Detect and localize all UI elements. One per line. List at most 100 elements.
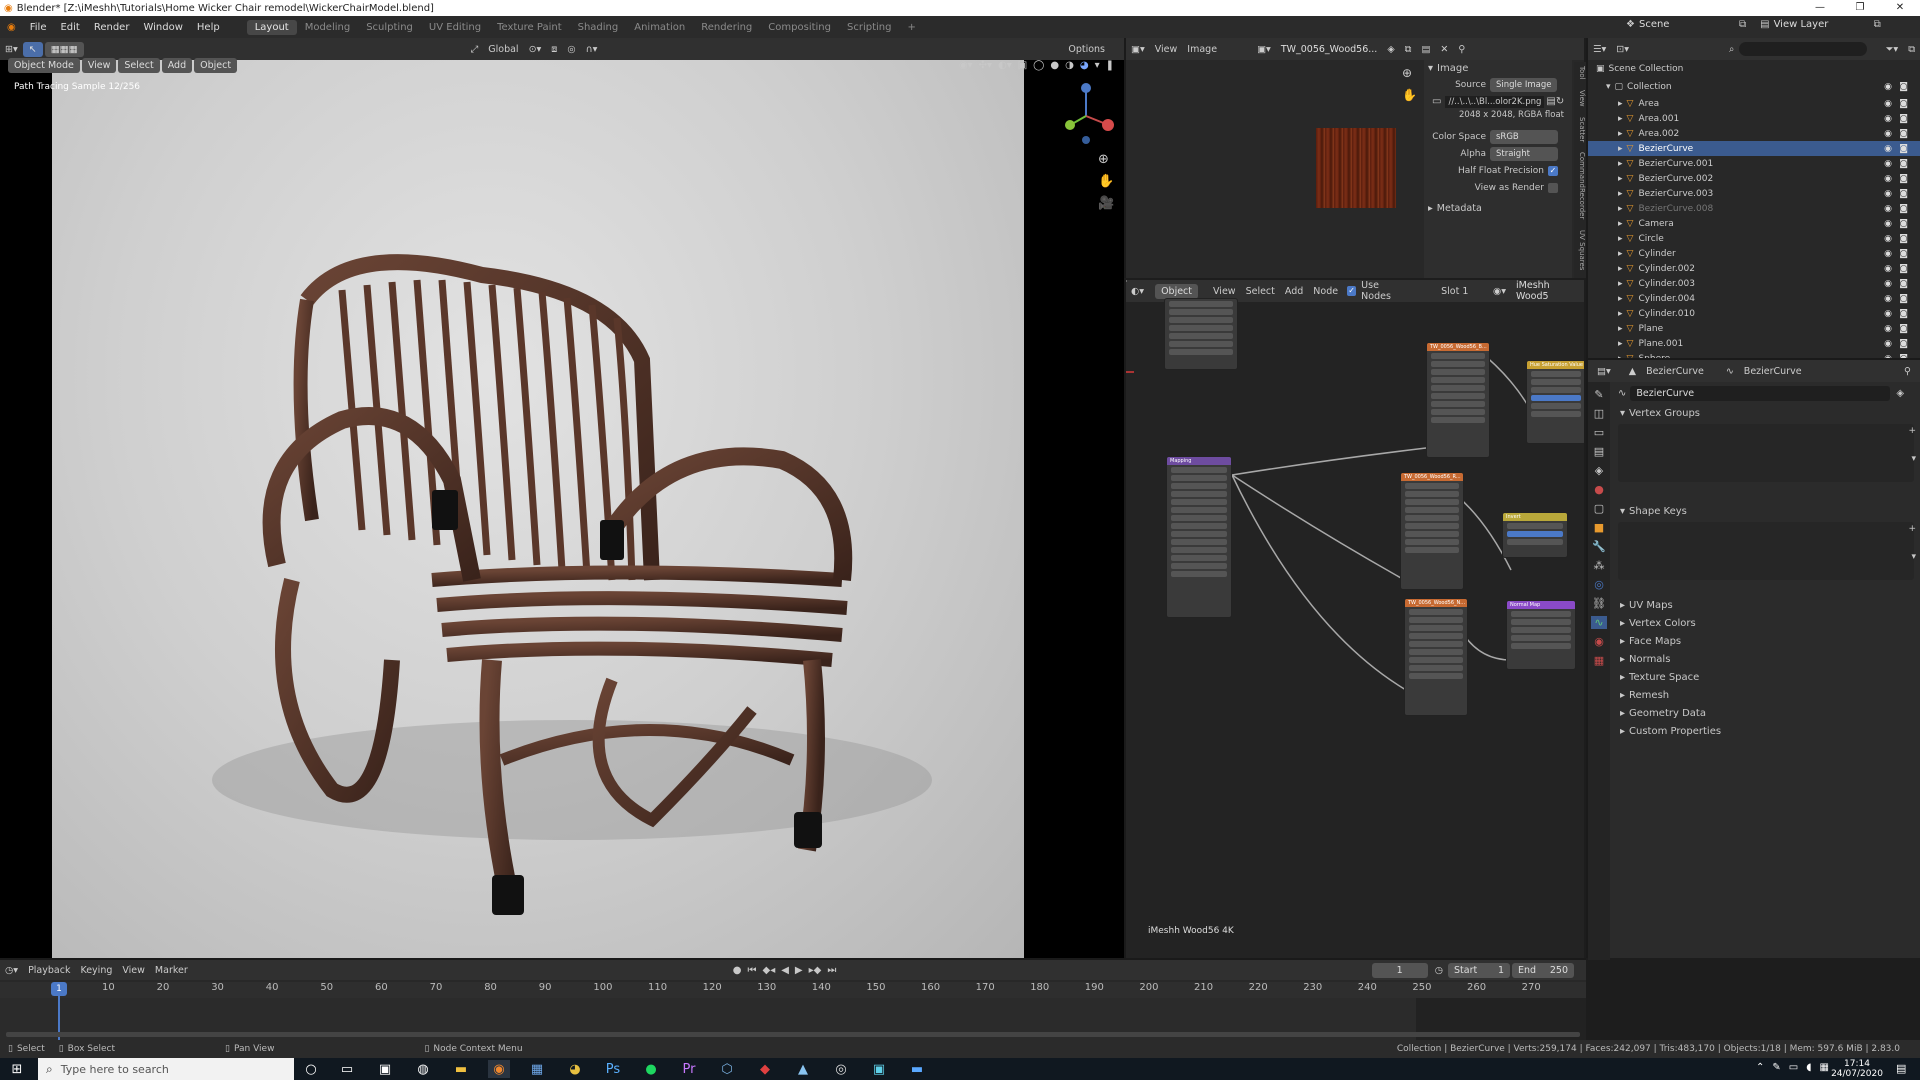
visibility-icon[interactable]: ◉: [1884, 234, 1892, 244]
collapsed-panel-header[interactable]: ▸ Face Maps: [1610, 632, 1920, 650]
tab-shading[interactable]: Shading: [570, 20, 627, 35]
image-zoom-icon[interactable]: ⊕: [1402, 66, 1412, 80]
taskbar-app-3-icon[interactable]: ⬡: [716, 1060, 738, 1078]
collection-row[interactable]: ▾ ▢ Collection ◉ ◙: [1588, 78, 1920, 96]
visibility-icon[interactable]: ◉: [1884, 339, 1892, 349]
preview-range-icon[interactable]: ◷: [1430, 963, 1448, 978]
viewport-sidebar-toggle-icon[interactable]: ❚: [1106, 60, 1114, 71]
render-visibility-icon[interactable]: ◙: [1899, 294, 1908, 304]
render-visibility-icon[interactable]: ◙: [1899, 99, 1908, 109]
breadcrumb-object[interactable]: BezierCurve: [1641, 364, 1709, 379]
add-vertex-group-icon[interactable]: +: [1908, 426, 1916, 436]
expand-icon[interactable]: ▸: [1618, 159, 1623, 169]
collapsed-panel-header[interactable]: ▸ UV Maps: [1610, 596, 1920, 614]
chrome-icon[interactable]: ◕: [564, 1060, 586, 1078]
node-editor[interactable]: ◐▾ Object View Select Add Node ✓ Use Nod…: [1124, 280, 1584, 958]
visibility-icon[interactable]: ◉: [1884, 159, 1892, 169]
hsv-node[interactable]: Hue Saturation Value: [1526, 360, 1584, 444]
constraints-tab-icon[interactable]: ⛓: [1592, 597, 1606, 610]
visibility-icon[interactable]: ◉: [1884, 324, 1892, 334]
outliner-item[interactable]: ▸ ▽ Area.001 ◉ ◙: [1588, 111, 1920, 126]
tab-rendering[interactable]: Rendering: [693, 20, 760, 35]
image-menu-image[interactable]: Image: [1182, 42, 1222, 57]
normal-map-node[interactable]: Normal Map: [1506, 600, 1576, 670]
expand-icon[interactable]: ▸: [1618, 144, 1623, 154]
expand-icon[interactable]: ▸: [1618, 309, 1623, 319]
collapsed-panel-header[interactable]: ▸ Vertex Colors: [1610, 614, 1920, 632]
jump-start-icon[interactable]: ⏮: [748, 965, 757, 976]
expand-icon[interactable]: ▸: [1618, 294, 1623, 304]
expand-icon[interactable]: ▸: [1618, 129, 1623, 139]
outliner-item[interactable]: ▸ ▽ BezierCurve ◉ ◙: [1588, 141, 1920, 156]
modifier-tab-icon[interactable]: 🔧: [1592, 540, 1606, 553]
menu-file[interactable]: File: [23, 22, 54, 33]
start-frame-field[interactable]: Start 1: [1448, 962, 1510, 978]
taskbar-app-4-icon[interactable]: ◎: [830, 1060, 852, 1078]
new-collection-icon[interactable]: ⧉: [1903, 42, 1920, 57]
expand-icon[interactable]: ▸: [1618, 264, 1623, 274]
new-view-layer-icon[interactable]: ⧉: [1874, 19, 1881, 30]
spotify-icon[interactable]: ●: [640, 1060, 662, 1078]
visibility-icon[interactable]: ◉: [1884, 189, 1892, 199]
tab-scripting[interactable]: Scripting: [839, 20, 899, 35]
gizmo-icon[interactable]: ✣▾: [979, 60, 992, 71]
tab-tool[interactable]: Tool: [1578, 62, 1586, 84]
playhead-frame[interactable]: 1: [51, 982, 67, 996]
viewport-menu-object[interactable]: Object: [194, 57, 238, 73]
reload-icon[interactable]: ↻: [1556, 96, 1564, 107]
xray-icon[interactable]: ▣: [1018, 60, 1027, 71]
collapsed-panel-header[interactable]: ▸ Texture Space: [1610, 668, 1920, 686]
select-mode-icon[interactable]: ▦▦▦: [44, 41, 84, 57]
visibility-icon[interactable]: ◉: [1884, 99, 1892, 109]
file-explorer-icon[interactable]: ▬: [450, 1060, 472, 1078]
auto-keying-icon[interactable]: ●: [733, 965, 742, 976]
particles-tab-icon[interactable]: ⁂: [1594, 559, 1605, 572]
visibility-icon[interactable]: ◉: [1884, 294, 1892, 304]
options-dropdown[interactable]: Options: [1063, 42, 1110, 57]
prev-keyframe-icon[interactable]: ◆◂: [763, 965, 776, 976]
premiere-icon[interactable]: Pr: [678, 1060, 700, 1078]
next-keyframe-icon[interactable]: ▸◆: [809, 965, 822, 976]
tab-view[interactable]: View: [1578, 86, 1586, 111]
shading-options-icon[interactable]: ▾: [1095, 60, 1100, 71]
rendered-shading-icon[interactable]: ◕: [1080, 60, 1089, 71]
tab-animation[interactable]: Animation: [626, 20, 693, 35]
outliner-search-input[interactable]: [1739, 42, 1867, 56]
render-visibility-icon[interactable]: ◙: [1899, 309, 1908, 319]
render-visibility-icon[interactable]: ◙: [1899, 174, 1908, 184]
breadcrumb-data[interactable]: BezierCurve: [1739, 364, 1807, 379]
visibility-icon[interactable]: ◉: [1884, 114, 1892, 124]
texture-tab-icon[interactable]: ▦: [1594, 654, 1604, 667]
render-visibility-icon[interactable]: ◙: [1899, 234, 1908, 244]
collection-tab-icon[interactable]: ▢: [1594, 502, 1604, 515]
viewport-menu-select[interactable]: Select: [118, 57, 160, 73]
zoom-view-icon[interactable]: ⊕: [1098, 152, 1109, 167]
system-tray[interactable]: ⌃ ✎ ▭ ◖ ▦: [1756, 1062, 1829, 1073]
view-object-types-icon[interactable]: ◉▾: [959, 60, 973, 71]
image-texture-node-rough[interactable]: TW_0056_Wood56_R...: [1400, 472, 1464, 590]
outliner-item[interactable]: ▸ ▽ Area ◉ ◙: [1588, 96, 1920, 111]
timeline-menu-playback[interactable]: Playback: [23, 963, 75, 978]
add-shape-key-icon[interactable]: +: [1908, 524, 1916, 534]
viewport-menu-add[interactable]: Add: [161, 57, 193, 73]
browse-file-icon[interactable]: ▤: [1546, 96, 1555, 107]
view-layer-tab-icon[interactable]: ▤: [1594, 445, 1604, 458]
orientation-dropdown[interactable]: Global: [483, 42, 523, 57]
image-texture-node-base[interactable]: TW_0056_Wood56_B...: [1426, 342, 1490, 458]
scene-name[interactable]: Scene: [1639, 19, 1739, 30]
tab-scatter[interactable]: Scatter: [1578, 113, 1586, 146]
tab-texture-paint[interactable]: Texture Paint: [489, 20, 570, 35]
mapping-node[interactable]: Mapping: [1166, 456, 1232, 618]
physics-tab-icon[interactable]: ◎: [1594, 578, 1604, 591]
windows-start-icon[interactable]: ⊞: [6, 1060, 28, 1078]
visibility-icon[interactable]: ◉: [1884, 219, 1892, 229]
visibility-icon[interactable]: ◉: [1884, 309, 1892, 319]
new-image-icon[interactable]: ⧉: [1400, 42, 1417, 57]
vertex-groups-panel-header[interactable]: ▾ Vertex Groups: [1610, 404, 1920, 422]
task-view-icon[interactable]: ▭: [336, 1060, 358, 1078]
expand-icon[interactable]: ▸: [1618, 99, 1623, 109]
tool-tab-icon[interactable]: ✎: [1594, 388, 1603, 401]
world-tab-icon[interactable]: ●: [1594, 483, 1604, 496]
tab-layout[interactable]: Layout: [246, 19, 297, 35]
collection-visibility-icon[interactable]: ◉: [1884, 82, 1892, 92]
